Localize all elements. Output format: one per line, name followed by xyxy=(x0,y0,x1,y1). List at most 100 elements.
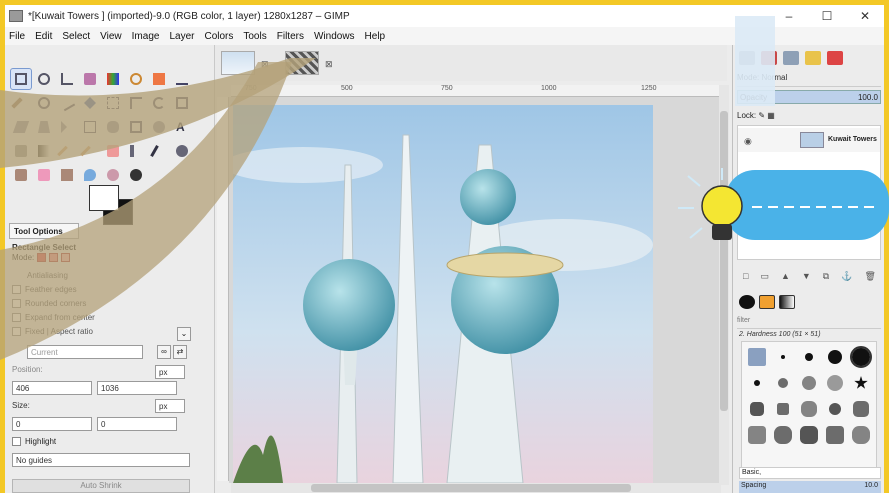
align-tool-icon[interactable] xyxy=(103,93,123,113)
blend-tool-icon[interactable] xyxy=(34,141,54,161)
brush-item[interactable] xyxy=(805,353,813,361)
close-button[interactable]: ✕ xyxy=(846,9,884,23)
menu-tools[interactable]: Tools xyxy=(243,31,266,42)
tool-options-tab[interactable]: Tool Options xyxy=(9,223,79,239)
color-picker-tool-icon[interactable] xyxy=(11,93,31,113)
paths-tool-icon[interactable] xyxy=(172,69,192,89)
vertical-scroll-thumb[interactable] xyxy=(720,111,728,411)
mode-replace-icon[interactable] xyxy=(37,253,47,262)
color-select-tool-icon[interactable] xyxy=(103,69,123,89)
crop-tool-icon[interactable] xyxy=(126,93,146,113)
handle-transform-tool-icon[interactable] xyxy=(149,117,169,137)
smudge-tool-icon[interactable] xyxy=(103,165,123,185)
menu-edit[interactable]: Edit xyxy=(35,31,52,42)
position-unit-select[interactable]: px xyxy=(155,365,185,379)
delete-layer-icon[interactable]: 🗑 xyxy=(864,271,875,282)
warp-transform-tool-icon[interactable] xyxy=(103,117,123,137)
position-x-input[interactable]: 406 xyxy=(12,381,92,395)
current-field[interactable]: Current xyxy=(27,345,143,359)
cage-transform-tool-icon[interactable] xyxy=(80,117,100,137)
brush-item[interactable] xyxy=(781,355,785,359)
menu-colors[interactable]: Colors xyxy=(204,31,233,42)
paths-tab-icon[interactable] xyxy=(783,51,799,65)
brush-item[interactable] xyxy=(826,426,844,444)
flip-tool-icon[interactable] xyxy=(57,117,77,137)
image-tab-kuwait-towers[interactable] xyxy=(221,51,255,75)
brush-grid[interactable] xyxy=(741,341,877,471)
brush-item[interactable] xyxy=(748,348,766,366)
brush-tag-input[interactable]: Basic, xyxy=(739,467,881,479)
layers-tab-icon[interactable] xyxy=(739,51,755,65)
position-y-input[interactable]: 1036 xyxy=(97,381,177,395)
layer-row[interactable]: ◉ Kuwait Towers xyxy=(738,128,880,152)
close-tab-icon[interactable]: ⊠ xyxy=(325,59,333,70)
size-width-input[interactable]: 0 xyxy=(12,417,92,431)
feather-checkbox[interactable] xyxy=(12,285,21,294)
brush-item[interactable] xyxy=(827,375,843,391)
close-tab-icon[interactable]: ⊠ xyxy=(261,59,269,70)
image-canvas[interactable] xyxy=(229,97,719,483)
fixed-checkbox[interactable] xyxy=(12,327,21,336)
unified-transform-tool-icon[interactable] xyxy=(126,117,146,137)
foreground-color[interactable] xyxy=(89,185,119,211)
mypaint-brush-tool-icon[interactable] xyxy=(172,141,192,161)
gradients-tab-icon[interactable] xyxy=(779,295,795,309)
undo-tab-icon[interactable] xyxy=(805,51,821,65)
menu-windows[interactable]: Windows xyxy=(314,31,355,42)
brush-item[interactable] xyxy=(828,350,842,364)
brush-item[interactable] xyxy=(801,401,817,417)
vertical-scrollbar[interactable] xyxy=(719,85,729,485)
auto-shrink-button[interactable]: Auto Shrink xyxy=(12,479,190,493)
menu-filters[interactable]: Filters xyxy=(277,31,304,42)
size-unit-select[interactable]: px xyxy=(155,399,185,413)
rotate-tool-icon[interactable] xyxy=(149,93,169,113)
brush-item[interactable] xyxy=(777,403,789,415)
lock-chain-icon[interactable]: ∞ xyxy=(157,345,171,359)
brush-item[interactable] xyxy=(774,426,792,444)
move-tool-icon[interactable] xyxy=(80,93,100,113)
pencil-tool-icon[interactable] xyxy=(57,141,77,161)
free-select-tool-icon[interactable] xyxy=(57,69,77,89)
lock-alpha-icon[interactable]: ▦ xyxy=(767,111,775,120)
layer-mode-select[interactable]: Mode: Normal xyxy=(737,73,881,87)
menu-image[interactable]: Image xyxy=(132,31,160,42)
channels-tab-icon[interactable] xyxy=(761,51,777,65)
menu-layer[interactable]: Layer xyxy=(169,31,194,42)
maximize-button[interactable]: ☐ xyxy=(808,9,846,23)
perspective-clone-tool-icon[interactable] xyxy=(57,165,77,185)
expand-checkbox[interactable] xyxy=(12,313,21,322)
brush-item[interactable] xyxy=(802,376,816,390)
new-group-icon[interactable]: ▭ xyxy=(760,271,769,282)
size-height-input[interactable]: 0 xyxy=(97,417,177,431)
raise-layer-icon[interactable]: ▲ xyxy=(781,271,790,282)
patterns-tab-icon[interactable] xyxy=(759,295,775,309)
rounded-option[interactable]: Rounded corners xyxy=(12,299,86,308)
blur-tool-icon[interactable] xyxy=(80,165,100,185)
horizontal-scroll-thumb[interactable] xyxy=(311,484,631,492)
opacity-slider[interactable]: Opacity 100.0 xyxy=(737,90,881,104)
lower-layer-icon[interactable]: ▼ xyxy=(802,271,811,282)
heal-tool-icon[interactable] xyxy=(34,165,54,185)
rounded-checkbox[interactable] xyxy=(12,299,21,308)
brush-filter-input[interactable]: filter xyxy=(737,317,881,329)
brush-item[interactable] xyxy=(750,402,764,416)
brush-item[interactable] xyxy=(778,378,788,388)
new-layer-icon[interactable]: □ xyxy=(743,271,748,282)
brush-item[interactable] xyxy=(829,403,841,415)
scale-tool-icon[interactable] xyxy=(172,93,192,113)
fuzzy-select-tool-icon[interactable] xyxy=(80,69,100,89)
menu-file[interactable]: File xyxy=(9,31,25,42)
foreground-select-tool-icon[interactable] xyxy=(149,69,169,89)
clone-tool-icon[interactable] xyxy=(11,165,31,185)
image-tab-pattern[interactable] xyxy=(285,51,319,75)
brush-item[interactable] xyxy=(852,426,870,444)
mode-add-icon[interactable] xyxy=(49,253,59,262)
mode-subtract-icon[interactable] xyxy=(61,253,71,262)
visibility-eye-icon[interactable]: ◉ xyxy=(744,136,752,147)
ellipse-select-tool-icon[interactable] xyxy=(34,69,54,89)
brush-item[interactable] xyxy=(800,426,818,444)
eraser-tool-icon[interactable] xyxy=(103,141,123,161)
zoom-tool-icon[interactable] xyxy=(34,93,54,113)
menu-view[interactable]: View xyxy=(100,31,122,42)
brush-item[interactable] xyxy=(754,380,760,386)
